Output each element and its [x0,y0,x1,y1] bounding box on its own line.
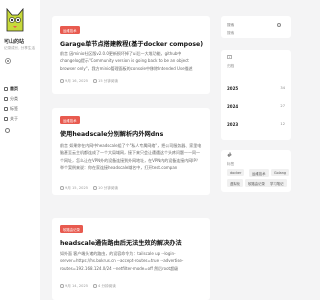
clock-icon [93,186,97,190]
calendar-icon [60,79,64,83]
post-reading-time: 10 分钟阅读 [93,186,118,191]
post-meta: 9月 15, 2025 10 分钟阅读 [60,186,118,191]
post-category-badge[interactable]: 运维技术 [60,26,80,34]
post-title[interactable]: Garage单节点搭建教程(基于docker compose) [60,39,203,48]
nav-label: 首页 [10,86,18,91]
calendar-icon [60,186,64,190]
post-date: 9月 16, 2025 [60,79,88,84]
tags-widget: # 标签 docker 运维技术 Golang 虚拟化 软路由记录 学习笔记 [221,150,291,192]
calendar-icon [60,284,64,288]
tags-label: 标签 [227,162,235,166]
nav-label: 关于 [10,116,18,121]
archive-year-row[interactable]: 2023 12 [227,122,285,127]
post-title[interactable]: headscale通告路由后无法生效的解决办法 [60,238,182,247]
post-card[interactable]: 运维技术 Garage单节点搭建教程(基于docker compose) 前言 … [52,16,210,94]
hash-icon: # [227,152,233,159]
home-icon [4,87,8,91]
clock-icon [93,284,97,288]
github-icon[interactable] [5,58,11,64]
tag-icon [4,107,8,111]
search-label: 搜索 [227,31,235,35]
nav-about[interactable]: 关于 [4,116,18,122]
post-reading-time: 4 分钟阅读 [93,284,116,289]
post-meta: 9月 14, 2025 4 分钟阅读 [60,284,116,289]
tag-chip[interactable]: 虚拟化 [227,179,244,187]
profile-sidebar: 可山的站 记录成长, 分享生活 首页 分类 标签 关于 [0,0,40,300]
category-icon [4,97,8,101]
post-reading-time: 15 分钟阅读 [93,79,118,84]
post-date: 9月 15, 2025 [60,186,88,191]
clock-icon [93,79,97,83]
archive-widget: ⊡ 归档 2025 34 2024 27 2023 12 [221,50,291,140]
nav-categories[interactable]: 分类 [4,96,18,102]
nav-home[interactable]: 首页 [4,86,18,92]
archive-year-row[interactable]: 2024 27 [227,104,285,109]
post-summary: 前言 因minio社区版v2.0.0更新损坏掉了ui后一大堆功能，github中… [60,51,193,71]
about-icon [4,117,8,121]
tag-chip[interactable]: Golang [271,169,290,176]
search-widget: 搜索 [221,16,291,38]
tag-chip[interactable]: 运维技术 [249,169,269,177]
search-icon[interactable] [277,23,281,27]
post-card[interactable]: 运维技术 使用headscale分别解析内外网dns 前言 如果你在内网中hea… [52,108,210,195]
post-card[interactable]: 软路由记录 headscale通告路由后无法生效的解决办法 如外面 客户端头诸的… [52,218,210,300]
tag-chip[interactable]: docker [227,169,245,176]
post-meta: 9月 16, 2025 15 分钟阅读 [60,79,118,84]
nav-label: 标签 [10,106,18,111]
site-subtitle: 记录成长, 分享生活 [4,46,36,50]
archive-label: 归档 [227,64,235,68]
nav-label: 分类 [10,96,18,101]
archive-year-row[interactable]: 2025 34 [227,86,285,91]
nav-tags[interactable]: 标签 [4,106,18,112]
post-title[interactable]: 使用headscale分别解析内外网dns [60,129,163,138]
tag-chip[interactable]: 软路由记录 [245,179,268,187]
post-category-badge[interactable]: 运维技术 [60,116,80,124]
avatar[interactable] [5,5,25,35]
site-title[interactable]: 可山的站 [4,38,24,45]
post-summary: 如外面 客户端头诸的路由，的设容命令为：tailscale up --login… [60,251,184,271]
tag-chip[interactable]: 学习笔记 [267,179,287,187]
post-category-badge[interactable]: 软路由记录 [60,225,83,233]
post-date: 9月 14, 2025 [60,284,88,289]
archive-icon: ⊡ [227,54,233,61]
post-summary: 前言 如果你在内网中headscale组了个"私人专属网络"，把公司服务器、家里… [60,143,202,171]
dark-mode-toggle-icon[interactable] [5,128,10,133]
